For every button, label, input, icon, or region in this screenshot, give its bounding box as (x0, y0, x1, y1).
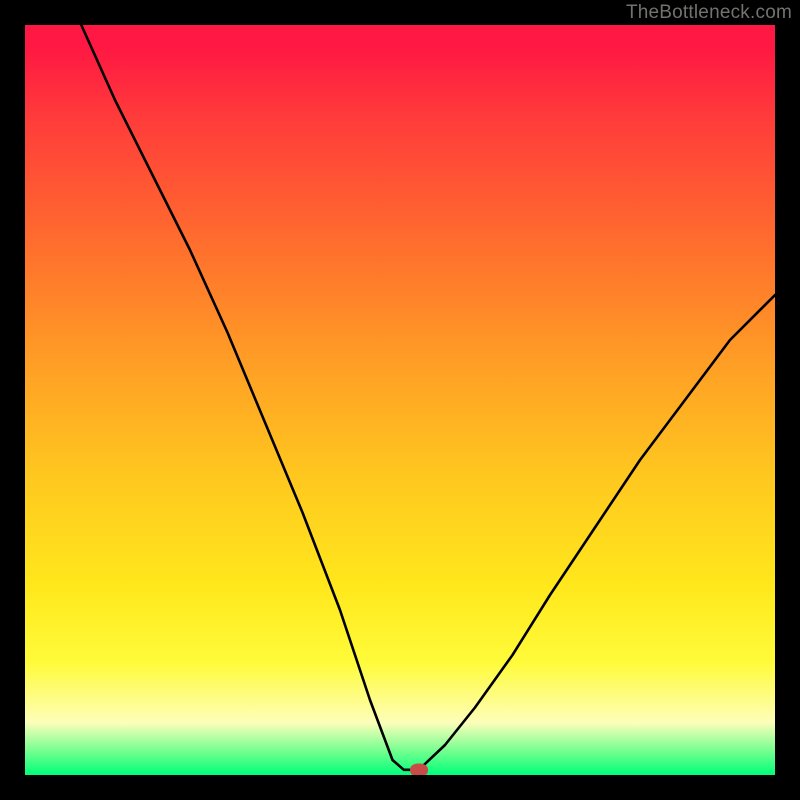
chart-frame: TheBottleneck.com (0, 0, 800, 800)
curve-svg (25, 25, 775, 775)
plot-area (25, 25, 775, 775)
watermark-text: TheBottleneck.com (626, 2, 792, 24)
minimum-marker (410, 763, 428, 775)
bottleneck-curve (81, 25, 775, 770)
